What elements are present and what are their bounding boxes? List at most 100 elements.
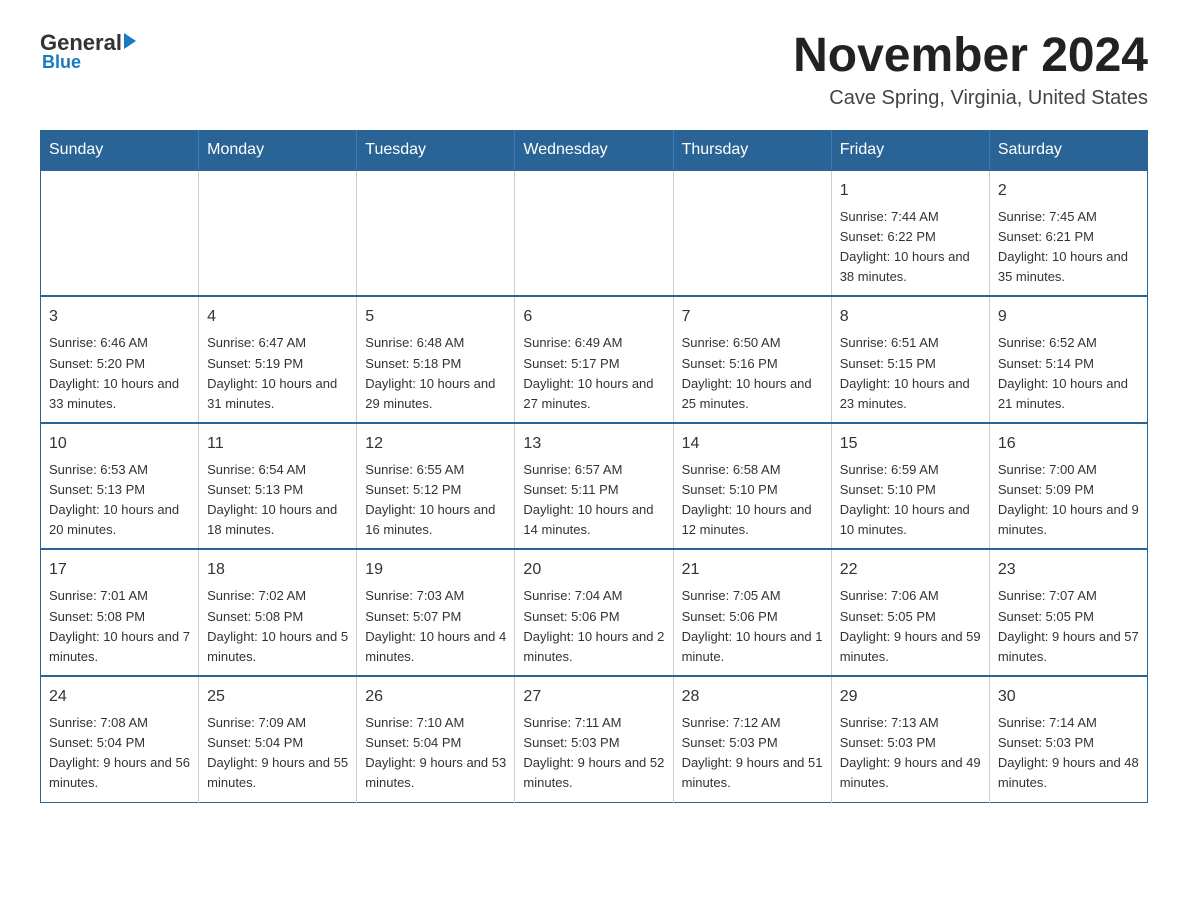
header-thursday: Thursday — [673, 130, 831, 170]
weekday-header-row: Sunday Monday Tuesday Wednesday Thursday… — [41, 130, 1148, 170]
day-info: Sunrise: 6:53 AM Sunset: 5:13 PM Dayligh… — [49, 460, 190, 541]
week-row-2: 10 Sunrise: 6:53 AM Sunset: 5:13 PM Dayli… — [41, 423, 1148, 550]
day-cell-4-0: 24 Sunrise: 7:08 AM Sunset: 5:04 PM Dayli… — [41, 676, 199, 802]
day-cell-1-6: 9Sunrise: 6:52 AM Sunset: 5:14 PM Daylig… — [989, 296, 1147, 423]
logo-arrow-icon — [124, 33, 136, 49]
day-cell-2-6: 16Sunrise: 7:00 AM Sunset: 5:09 PM Dayli… — [989, 423, 1147, 550]
day-info: Sunrise: 6:47 AM Sunset: 5:19 PM Dayligh… — [207, 333, 348, 414]
day-number: 29 — [840, 685, 981, 709]
day-cell-1-0: 3Sunrise: 6:46 AM Sunset: 5:20 PM Daylig… — [41, 296, 199, 423]
day-number: 5 — [365, 305, 506, 329]
day-cell-4-5: 29 Sunrise: 7:13 AM Sunset: 5:03 PM Dayli… — [831, 676, 989, 802]
day-info: Sunrise: 6:48 AM Sunset: 5:18 PM Dayligh… — [365, 333, 506, 414]
day-cell-1-3: 6 Sunrise: 6:49 AM Sunset: 5:17 PM Daylig… — [515, 296, 673, 423]
day-cell-2-4: 14 Sunrise: 6:58 AM Sunset: 5:10 PM Dayli… — [673, 423, 831, 550]
day-info: Sunrise: 7:09 AM Sunset: 5:04 PM Dayligh… — [207, 713, 348, 794]
day-cell-3-3: 20 Sunrise: 7:04 AM Sunset: 5:06 PM Dayli… — [515, 549, 673, 676]
day-info: Sunrise: 7:10 AM Sunset: 5:04 PM Dayligh… — [365, 713, 506, 794]
day-info: Sunrise: 6:51 AM Sunset: 5:15 PM Dayligh… — [840, 333, 981, 414]
day-number: 15 — [840, 432, 981, 456]
day-cell-3-5: 22 Sunrise: 7:06 AM Sunset: 5:05 PM Dayli… — [831, 549, 989, 676]
day-info: Sunrise: 7:44 AM Sunset: 6:22 PM Dayligh… — [840, 207, 981, 288]
day-cell-2-0: 10 Sunrise: 6:53 AM Sunset: 5:13 PM Dayli… — [41, 423, 199, 550]
day-number: 18 — [207, 558, 348, 582]
day-info: Sunrise: 6:50 AM Sunset: 5:16 PM Dayligh… — [682, 333, 823, 414]
day-cell-3-4: 21 Sunrise: 7:05 AM Sunset: 5:06 PM Dayli… — [673, 549, 831, 676]
day-info: Sunrise: 7:02 AM Sunset: 5:08 PM Dayligh… — [207, 586, 348, 667]
month-title: November 2024 — [793, 30, 1148, 83]
day-info: Sunrise: 7:04 AM Sunset: 5:06 PM Dayligh… — [523, 586, 664, 667]
day-number: 27 — [523, 685, 664, 709]
day-info: Sunrise: 6:52 AM Sunset: 5:14 PM Dayligh… — [998, 333, 1139, 414]
day-number: 12 — [365, 432, 506, 456]
day-cell-4-3: 27 Sunrise: 7:11 AM Sunset: 5:03 PM Dayli… — [515, 676, 673, 802]
day-cell-1-2: 5 Sunrise: 6:48 AM Sunset: 5:18 PM Daylig… — [357, 296, 515, 423]
day-cell-0-4 — [673, 170, 831, 297]
day-cell-2-5: 15 Sunrise: 6:59 AM Sunset: 5:10 PM Dayli… — [831, 423, 989, 550]
day-number: 2 — [998, 179, 1139, 203]
day-info: Sunrise: 7:03 AM Sunset: 5:07 PM Dayligh… — [365, 586, 506, 667]
day-cell-4-6: 30Sunrise: 7:14 AM Sunset: 5:03 PM Dayli… — [989, 676, 1147, 802]
day-info: Sunrise: 6:59 AM Sunset: 5:10 PM Dayligh… — [840, 460, 981, 541]
header-saturday: Saturday — [989, 130, 1147, 170]
week-row-3: 17Sunrise: 7:01 AM Sunset: 5:08 PM Dayli… — [41, 549, 1148, 676]
day-number: 21 — [682, 558, 823, 582]
day-cell-3-1: 18 Sunrise: 7:02 AM Sunset: 5:08 PM Dayli… — [199, 549, 357, 676]
logo-blue: Blue — [42, 52, 81, 73]
day-number: 22 — [840, 558, 981, 582]
day-cell-4-1: 25 Sunrise: 7:09 AM Sunset: 5:04 PM Dayli… — [199, 676, 357, 802]
header-tuesday: Tuesday — [357, 130, 515, 170]
calendar-table: Sunday Monday Tuesday Wednesday Thursday… — [40, 130, 1148, 803]
day-number: 19 — [365, 558, 506, 582]
day-cell-0-1 — [199, 170, 357, 297]
day-number: 7 — [682, 305, 823, 329]
day-info: Sunrise: 7:12 AM Sunset: 5:03 PM Dayligh… — [682, 713, 823, 794]
day-number: 24 — [49, 685, 190, 709]
day-number: 4 — [207, 305, 348, 329]
title-area: November 2024 Cave Spring, Virginia, Uni… — [793, 30, 1148, 110]
day-cell-1-4: 7 Sunrise: 6:50 AM Sunset: 5:16 PM Daylig… — [673, 296, 831, 423]
day-info: Sunrise: 7:06 AM Sunset: 5:05 PM Dayligh… — [840, 586, 981, 667]
day-info: Sunrise: 7:07 AM Sunset: 5:05 PM Dayligh… — [998, 586, 1139, 667]
day-number: 10 — [49, 432, 190, 456]
week-row-4: 24 Sunrise: 7:08 AM Sunset: 5:04 PM Dayli… — [41, 676, 1148, 802]
location-title: Cave Spring, Virginia, United States — [793, 87, 1148, 110]
day-cell-3-0: 17Sunrise: 7:01 AM Sunset: 5:08 PM Dayli… — [41, 549, 199, 676]
day-number: 1 — [840, 179, 981, 203]
day-number: 14 — [682, 432, 823, 456]
day-cell-2-2: 12Sunrise: 6:55 AM Sunset: 5:12 PM Dayli… — [357, 423, 515, 550]
day-cell-0-3 — [515, 170, 673, 297]
day-info: Sunrise: 6:54 AM Sunset: 5:13 PM Dayligh… — [207, 460, 348, 541]
day-number: 11 — [207, 432, 348, 456]
week-row-0: 1 Sunrise: 7:44 AM Sunset: 6:22 PM Daylig… — [41, 170, 1148, 297]
day-info: Sunrise: 7:00 AM Sunset: 5:09 PM Dayligh… — [998, 460, 1139, 541]
day-number: 28 — [682, 685, 823, 709]
header-wednesday: Wednesday — [515, 130, 673, 170]
day-cell-0-0 — [41, 170, 199, 297]
day-number: 17 — [49, 558, 190, 582]
day-number: 25 — [207, 685, 348, 709]
day-info: Sunrise: 7:05 AM Sunset: 5:06 PM Dayligh… — [682, 586, 823, 667]
day-cell-3-6: 23 Sunrise: 7:07 AM Sunset: 5:05 PM Dayli… — [989, 549, 1147, 676]
day-number: 8 — [840, 305, 981, 329]
header-monday: Monday — [199, 130, 357, 170]
day-info: Sunrise: 7:08 AM Sunset: 5:04 PM Dayligh… — [49, 713, 190, 794]
day-number: 23 — [998, 558, 1139, 582]
day-info: Sunrise: 7:11 AM Sunset: 5:03 PM Dayligh… — [523, 713, 664, 794]
day-cell-1-1: 4 Sunrise: 6:47 AM Sunset: 5:19 PM Daylig… — [199, 296, 357, 423]
day-cell-0-2 — [357, 170, 515, 297]
day-number: 20 — [523, 558, 664, 582]
day-number: 6 — [523, 305, 664, 329]
day-number: 13 — [523, 432, 664, 456]
day-number: 30 — [998, 685, 1139, 709]
day-cell-0-5: 1 Sunrise: 7:44 AM Sunset: 6:22 PM Daylig… — [831, 170, 989, 297]
header-sunday: Sunday — [41, 130, 199, 170]
day-info: Sunrise: 6:49 AM Sunset: 5:17 PM Dayligh… — [523, 333, 664, 414]
day-info: Sunrise: 7:13 AM Sunset: 5:03 PM Dayligh… — [840, 713, 981, 794]
day-info: Sunrise: 6:58 AM Sunset: 5:10 PM Dayligh… — [682, 460, 823, 541]
day-info: Sunrise: 7:45 AM Sunset: 6:21 PM Dayligh… — [998, 207, 1139, 288]
day-cell-3-2: 19 Sunrise: 7:03 AM Sunset: 5:07 PM Dayli… — [357, 549, 515, 676]
header-friday: Friday — [831, 130, 989, 170]
day-cell-2-3: 13Sunrise: 6:57 AM Sunset: 5:11 PM Dayli… — [515, 423, 673, 550]
day-number: 26 — [365, 685, 506, 709]
